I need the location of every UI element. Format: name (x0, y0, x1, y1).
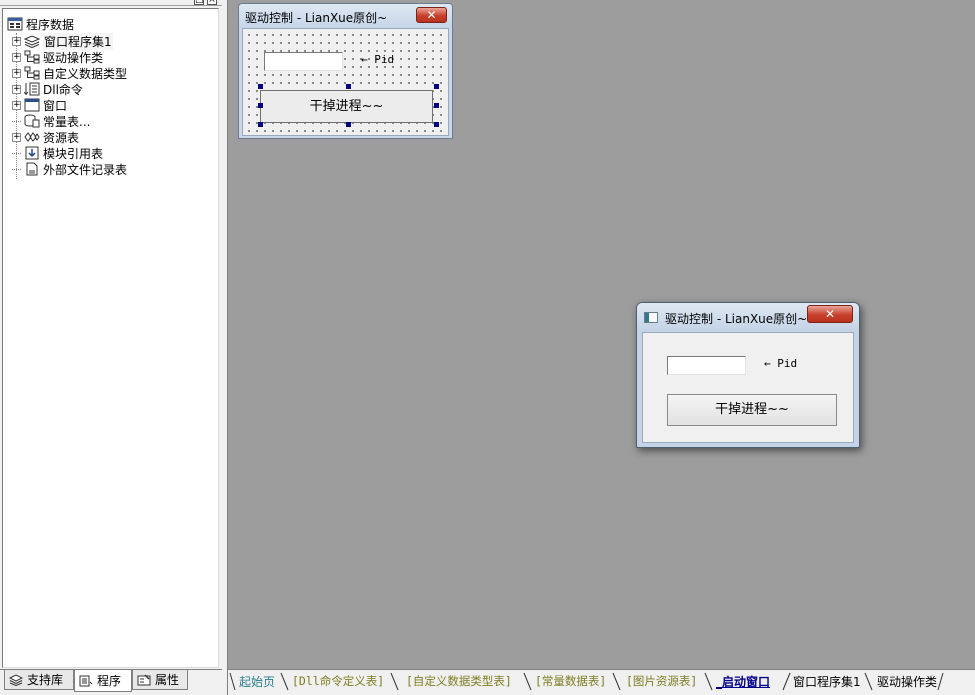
module-ref-icon (23, 146, 40, 160)
stack-icon (9, 673, 23, 686)
tree-item-constants[interactable]: 常量表... (12, 113, 218, 129)
design-kill-process-button[interactable]: 干掉进程~~ (260, 90, 433, 123)
tree-connector (12, 152, 21, 154)
expand-icon[interactable]: + (12, 100, 21, 110)
tree-item-label: Dll命令 (43, 82, 83, 97)
expand-icon[interactable]: + (12, 68, 21, 78)
expand-icon[interactable]: + (12, 132, 21, 142)
selection-handle[interactable] (434, 122, 439, 127)
tree-root-label: 程序数据 (26, 17, 75, 32)
app-icon (644, 312, 658, 323)
resources-icon (23, 130, 40, 144)
constants-db-icon (23, 114, 40, 128)
design-close-button[interactable]: ✕ (416, 7, 447, 23)
tree-item-custom-types[interactable]: + 自定义数据类型 (12, 65, 218, 81)
expand-icon[interactable]: + (12, 36, 21, 46)
tree-connector (12, 120, 21, 122)
run-close-button[interactable]: ✕ (807, 305, 853, 323)
design-pid-label: ← Pid (361, 53, 395, 66)
tab-label: 程序 (97, 674, 122, 688)
tree-item-window-assembly[interactable]: + 窗口程序集1 (12, 32, 218, 50)
tab-dll-command-table[interactable]: [Dll命令定义表] (292, 673, 384, 689)
running-app-client: ← Pid 干掉进程~~ (642, 332, 854, 443)
running-app-titlebar[interactable]: 驱动控制 - LianXue原创~ ✕ (637, 303, 859, 331)
window-icon (23, 98, 40, 112)
tab-image-resource-table[interactable]: [图片资源表] (626, 673, 697, 689)
project-panel: □ × 程序数据 + 窗口程序集1 + 驱动操作类 + 自定义数据类型 + Dl… (0, 0, 222, 695)
tree-item-label: 自定义数据类型 (43, 66, 128, 81)
tree-item-label: 驱动操作类 (43, 50, 104, 65)
pid-input[interactable] (667, 356, 746, 375)
selection-handle[interactable] (434, 84, 439, 89)
tree-item-module-refs[interactable]: 模块引用表 (12, 145, 218, 161)
tab-start-page[interactable]: 起始页 (239, 673, 275, 690)
tab-program[interactable]: 程序 (74, 670, 132, 692)
class-hierarchy-icon (23, 50, 40, 64)
selection-handle[interactable] (434, 103, 439, 108)
selection-handle[interactable] (346, 84, 351, 89)
tree-item-label: 窗口 (43, 98, 68, 113)
panel-tab-strip: 支持库 程序 属性 (0, 669, 222, 695)
selection-handle[interactable] (258, 103, 263, 108)
tab-label: 支持库 (27, 673, 64, 687)
kill-process-button[interactable]: 干掉进程~~ (667, 394, 837, 426)
project-tree[interactable]: 程序数据 + 窗口程序集1 + 驱动操作类 + 自定义数据类型 + Dll命令 … (2, 8, 219, 668)
expand-icon[interactable]: + (12, 84, 21, 94)
expand-icon[interactable]: + (12, 52, 21, 62)
tab-driver-class[interactable]: 驱动操作类 (877, 673, 937, 690)
pid-label: ← Pid (764, 357, 798, 370)
program-data-icon (6, 17, 23, 31)
running-app-window[interactable]: 驱动控制 - LianXue原创~ ✕ ← Pid 干掉进程~~ (636, 302, 860, 448)
design-form-titlebar[interactable]: 驱动控制 - LianXue原创~ ✕ (239, 4, 452, 28)
dll-list-icon (23, 82, 40, 96)
tab-label: 属性 (155, 673, 180, 687)
panel-splitter[interactable] (222, 0, 228, 695)
selection-handle[interactable] (258, 84, 263, 89)
design-form-window[interactable]: 驱动控制 - LianXue原创~ ✕ ← Pid 干掉进程~~ (238, 3, 453, 139)
tree-item-dll-commands[interactable]: + Dll命令 (12, 81, 218, 97)
tab-startup-window[interactable]: _启动窗口 (716, 673, 770, 690)
tree-item-window[interactable]: + 窗口 (12, 97, 218, 113)
tab-constant-table[interactable]: [常量数据表] (535, 673, 606, 689)
design-pid-input[interactable] (264, 52, 343, 71)
tab-support-library[interactable]: 支持库 (4, 670, 74, 690)
panel-close-icon[interactable]: × (207, 0, 217, 5)
tree-item-label: 模块引用表 (43, 146, 104, 161)
tree-item-external-files[interactable]: 外部文件记录表 (12, 161, 218, 177)
design-grid-canvas[interactable]: ← Pid 干掉进程~~ (242, 28, 449, 136)
properties-icon (137, 673, 151, 686)
tree-item-driver-class[interactable]: + 驱动操作类 (12, 49, 218, 65)
tab-properties[interactable]: 属性 (132, 670, 188, 690)
tab-custom-type-table[interactable]: [自定义数据类型表] (406, 673, 512, 689)
selection-handle[interactable] (346, 122, 351, 127)
file-record-icon (23, 162, 40, 176)
tree-connector (12, 168, 21, 170)
document-icon (79, 675, 93, 687)
data-type-icon (23, 66, 40, 80)
tree-root[interactable]: 程序数据 (6, 16, 216, 32)
selection-handle[interactable] (258, 122, 263, 127)
design-form-title: 驱动控制 - LianXue原创~ (245, 11, 388, 25)
document-tab-strip: 起始页 [Dll命令定义表] [自定义数据类型表] [常量数据表] [图片资源表… (228, 669, 975, 695)
tree-item-label: 外部文件记录表 (43, 162, 128, 177)
tree-item-label: 常量表... (43, 114, 91, 129)
panel-top-bar: □ × (0, 0, 222, 6)
tree-item-label: 窗口程序集1 (43, 32, 113, 50)
tab-window-assembly[interactable]: 窗口程序集1 (793, 673, 861, 690)
running-app-title: 驱动控制 - LianXue原创~ (665, 312, 808, 326)
tree-item-label: 资源表 (43, 130, 80, 145)
panel-pin-icon[interactable]: □ (194, 0, 204, 5)
tree-item-resources[interactable]: + 资源表 (12, 129, 218, 145)
stack-layers-icon (23, 34, 40, 48)
